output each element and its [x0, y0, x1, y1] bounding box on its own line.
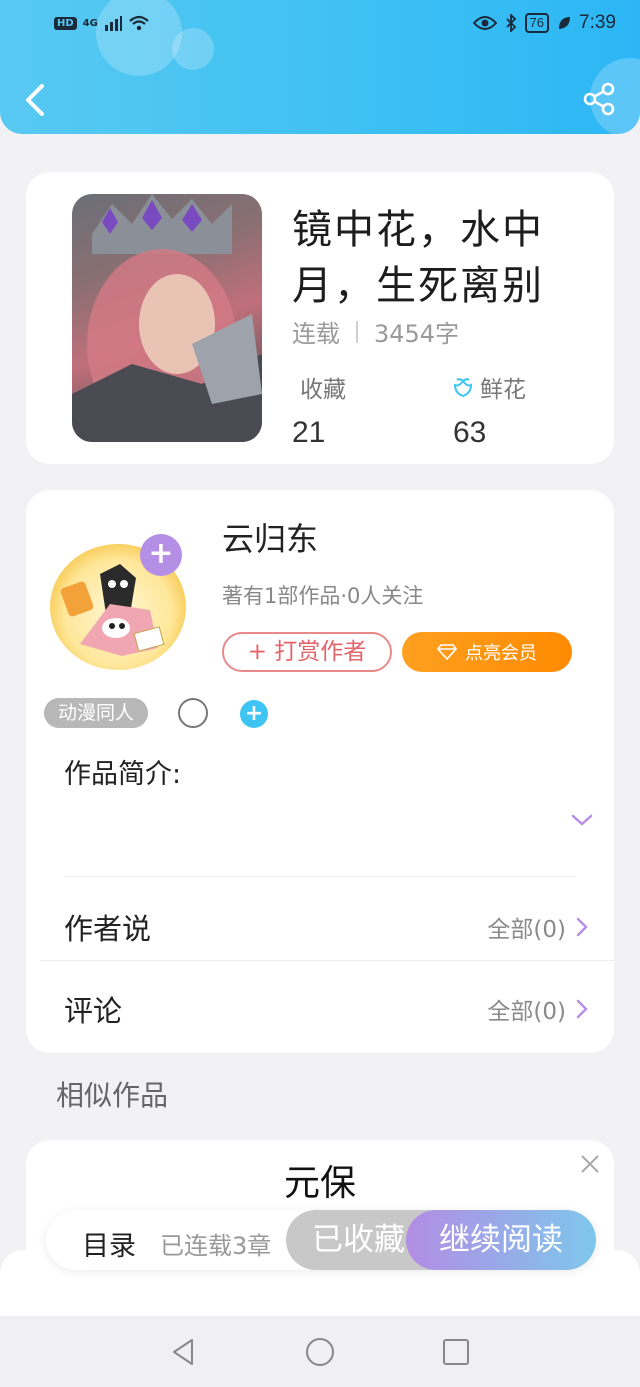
share-icon[interactable]: [582, 82, 616, 116]
status-bar: HD 4G 76 7:39: [0, 12, 640, 40]
category-tag[interactable]: 动漫同人: [44, 698, 149, 728]
diamond-icon: [437, 644, 457, 660]
network-badge: 4G: [82, 17, 98, 29]
add-tag-button[interactable]: +: [240, 700, 268, 728]
book-meta: 连载 3454字: [292, 314, 459, 349]
flower-icon: [453, 378, 473, 398]
chevron-right-icon: [576, 917, 588, 937]
chapter-count: 已连载3章: [160, 1232, 272, 1260]
toc-button[interactable]: 目录: [82, 1224, 136, 1263]
flower-stat-label: 鲜花: [452, 370, 526, 404]
battery-indicator: 76: [524, 13, 550, 33]
similar-work-title[interactable]: 元保: [26, 1154, 614, 1206]
eye-icon: [472, 16, 497, 30]
similar-works-title: 相似作品: [56, 1079, 169, 1112]
book-title: 镜中花，水中月，生死离别: [292, 207, 544, 309]
comments-link[interactable]: 全部(0): [487, 992, 588, 1026]
book-cover: [72, 194, 262, 442]
author-says-link[interactable]: 全部(0): [487, 910, 588, 944]
nav-recents-icon[interactable]: [440, 1336, 472, 1368]
meta-divider: [356, 320, 358, 343]
wifi-icon: [129, 15, 149, 31]
book-info-card: 镜中花，水中月，生死离别 连载 3454字 收藏 鲜花 21 63: [26, 172, 614, 464]
nav-home-icon[interactable]: [304, 1336, 336, 1368]
follow-plus-button[interactable]: +: [140, 534, 182, 576]
intro-label: 作品简介:: [64, 759, 182, 790]
reading-action-bar: 目录 已连载3章 已收藏 继续阅读: [46, 1210, 596, 1270]
vip-label: 点亮会员: [465, 643, 537, 664]
leaf-icon: [559, 17, 571, 29]
reward-label: 打赏作者: [274, 639, 367, 665]
comments-label[interactable]: 评论: [64, 988, 122, 1030]
back-icon[interactable]: [22, 82, 52, 118]
author-says-count: 全部(0): [487, 917, 566, 943]
hd-badge: HD: [54, 16, 77, 30]
reward-author-button[interactable]: + 打赏作者: [222, 632, 392, 672]
divider: [64, 876, 574, 877]
header-bar: HD 4G 76 7:39: [0, 0, 640, 134]
collect-value: 21: [292, 416, 326, 449]
collect-label: 收藏: [300, 377, 346, 403]
empty-tag-circle[interactable]: [178, 698, 208, 728]
clock: 7:39: [579, 12, 616, 33]
cover-illustration: [72, 194, 262, 442]
flower-label: 鲜花: [480, 377, 526, 403]
word-count: 3454字: [374, 320, 460, 348]
serial-status: 连载: [292, 320, 340, 348]
vip-button[interactable]: 点亮会员: [402, 632, 572, 672]
signal-icon: [104, 16, 122, 31]
close-icon[interactable]: [580, 1154, 600, 1174]
author-name: 云归东: [222, 520, 319, 558]
plus-icon: +: [247, 639, 275, 665]
bluetooth-icon: [505, 14, 516, 32]
author-info: 著有1部作品·0人关注: [222, 584, 424, 608]
chevron-right-icon: [576, 999, 588, 1019]
comments-count: 全部(0): [487, 999, 566, 1025]
expand-chevron-icon[interactable]: [570, 810, 594, 830]
divider: [40, 960, 614, 961]
continue-reading-button[interactable]: 继续阅读: [406, 1210, 596, 1270]
author-says-label[interactable]: 作者说: [64, 906, 151, 948]
flower-value: 63: [453, 416, 487, 449]
nav-back-icon[interactable]: [168, 1336, 200, 1368]
author-card: + 云归东 著有1部作品·0人关注 + 打赏作者 点亮会员 动漫同人 + 作品简…: [26, 490, 614, 1053]
